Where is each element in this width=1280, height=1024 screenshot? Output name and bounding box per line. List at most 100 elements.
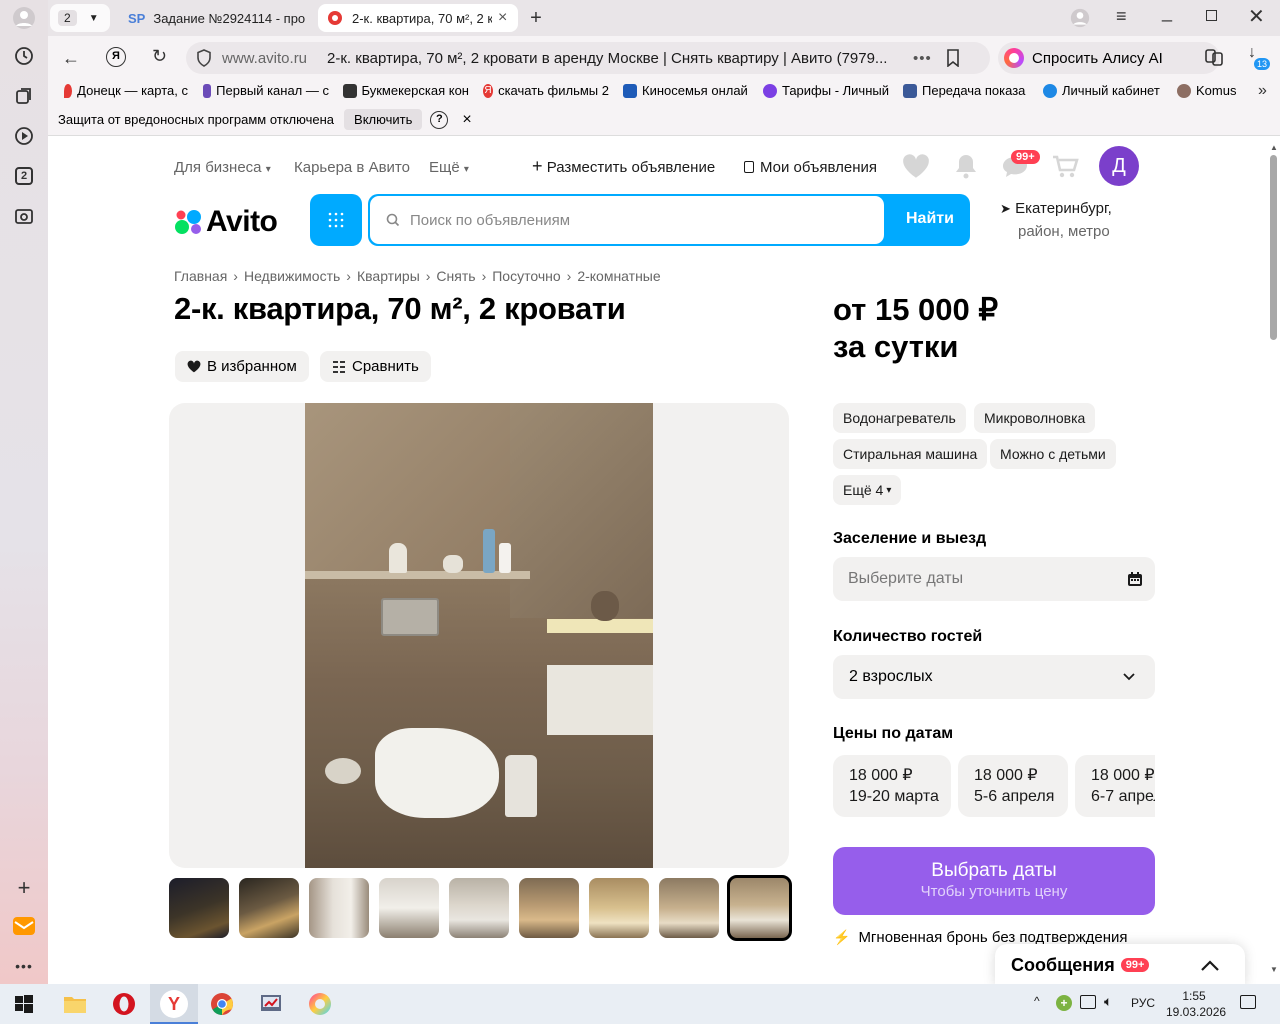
notifications-center-icon[interactable]: [1240, 995, 1256, 1009]
more-menu-link[interactable]: Ещё ▾: [429, 159, 469, 176]
bookmark-item[interactable]: Тарифы - Личный: [763, 83, 889, 98]
date-price-card[interactable]: 18 000 ₽ 6-7 апреля: [1075, 755, 1155, 817]
page-scrollbar[interactable]: ▲ ▼: [1267, 137, 1280, 984]
career-link[interactable]: Карьера в Авито: [294, 159, 410, 176]
favorite-button[interactable]: В избранном: [175, 351, 309, 382]
scrollbar-thumb[interactable]: [1270, 155, 1277, 340]
search-input[interactable]: Поиск по объявлениям: [370, 196, 884, 244]
tray-overflow-icon[interactable]: ^: [1034, 994, 1040, 1008]
scroll-down-icon[interactable]: ▼: [1270, 965, 1278, 974]
bookmark-icon[interactable]: [946, 49, 960, 67]
restore-icon[interactable]: [1206, 10, 1217, 21]
gallery-thumbnail[interactable]: [519, 878, 579, 938]
video-play-icon[interactable]: [12, 124, 36, 148]
user-avatar[interactable]: Д: [1099, 146, 1139, 186]
gallery-thumbnail[interactable]: [239, 878, 299, 938]
chevron-up-icon[interactable]: [1201, 959, 1220, 971]
choose-dates-button[interactable]: Выбрать даты Чтобы уточнить цену: [833, 847, 1155, 915]
new-tab-button[interactable]: +: [524, 4, 548, 32]
close-tab-icon[interactable]: ×: [498, 9, 507, 27]
clock[interactable]: 1:55 19.03.2026: [1166, 988, 1226, 1020]
collections-icon[interactable]: [12, 84, 36, 108]
post-ad-link[interactable]: + Разместить объявление: [532, 157, 715, 176]
breadcrumb-item[interactable]: Недвижимость: [244, 268, 340, 284]
windows-start-icon[interactable]: [10, 990, 38, 1018]
notifications-bell-icon[interactable]: [954, 153, 978, 184]
ask-alice-button[interactable]: Спросить Алису AI: [998, 42, 1220, 74]
opera-icon[interactable]: [110, 990, 138, 1018]
tray-app-icon[interactable]: +: [1056, 995, 1072, 1011]
categories-button[interactable]: [310, 194, 362, 246]
colorful-app-icon[interactable]: [306, 990, 334, 1018]
volume-icon[interactable]: 🔈︎: [1104, 993, 1112, 1010]
date-price-card[interactable]: 18 000 ₽ 5-6 апреля: [958, 755, 1068, 817]
tab-group-button[interactable]: 2 ▼: [50, 4, 110, 32]
bookmark-item[interactable]: Донецк — карта, с: [64, 83, 188, 98]
file-explorer-icon[interactable]: [61, 990, 89, 1018]
network-icon[interactable]: [1080, 995, 1096, 1009]
address-bar[interactable]: www.avito.ru 2-к. квартира, 70 м², 2 кро…: [186, 42, 990, 74]
breadcrumb-item[interactable]: Главная: [174, 268, 227, 284]
date-price-card[interactable]: 18 000 ₽ 19-20 марта: [833, 755, 951, 817]
breadcrumb-item[interactable]: Снять: [436, 268, 475, 284]
messages-widget[interactable]: Сообщения 99+: [995, 944, 1245, 984]
breadcrumb-item[interactable]: Посуточно: [492, 268, 560, 284]
breadcrumb-item[interactable]: 2-комнатные: [577, 268, 660, 284]
avito-logo[interactable]: Avito: [174, 205, 278, 239]
language-indicator[interactable]: РУС: [1131, 996, 1155, 1010]
gallery-thumbnail[interactable]: [589, 878, 649, 938]
breadcrumb-item[interactable]: Квартиры: [357, 268, 420, 284]
tab-task[interactable]: SP Задание №2924114 - про: [120, 4, 310, 32]
tabs-counter-button[interactable]: 2: [12, 164, 36, 188]
more-amenities-button[interactable]: Ещё 4 ▾: [833, 475, 902, 505]
business-link[interactable]: Для бизнеса ▾: [174, 159, 271, 176]
bookmark-item[interactable]: Киносемья онлай: [623, 83, 749, 98]
mail-icon[interactable]: [12, 914, 36, 938]
guests-select[interactable]: 2 взрослых: [833, 655, 1155, 699]
yandex-logo-icon[interactable]: Я: [106, 47, 126, 67]
my-ads-link[interactable]: Мои объявления: [744, 159, 877, 176]
search-button[interactable]: Найти: [906, 210, 954, 228]
bookmark-item[interactable]: Передача показа: [903, 83, 1029, 98]
close-window-icon[interactable]: ✕: [1248, 4, 1265, 29]
bookmark-item[interactable]: Komus: [1177, 83, 1239, 98]
menu-icon[interactable]: ≡: [1116, 6, 1127, 27]
gallery-thumbnail[interactable]: [659, 878, 719, 938]
more-dots-icon[interactable]: •••: [12, 954, 36, 978]
bookmark-item[interactable]: Первый канал — с: [203, 83, 329, 98]
gallery-thumbnail[interactable]: [449, 878, 509, 938]
gallery-thumbnail[interactable]: [309, 878, 369, 938]
compare-button[interactable]: Сравнить: [320, 351, 431, 382]
chrome-icon[interactable]: [208, 990, 236, 1018]
bookmark-item[interactable]: Яскачать фильмы 2: [483, 83, 609, 98]
dates-picker[interactable]: Выберите даты: [833, 557, 1155, 601]
history-icon[interactable]: [12, 44, 36, 68]
extensions-icon[interactable]: [1204, 47, 1224, 72]
enable-protection-button[interactable]: Включить: [344, 109, 423, 130]
back-arrow-icon[interactable]: ←: [62, 48, 80, 69]
main-photo[interactable]: [169, 403, 789, 868]
gallery-thumbnail[interactable]: [169, 878, 229, 938]
more-dots-icon[interactable]: •••: [913, 50, 932, 67]
bookmarks-overflow-icon[interactable]: »: [1258, 82, 1267, 100]
cart-icon[interactable]: [1052, 155, 1080, 184]
favorites-heart-icon[interactable]: [902, 153, 930, 184]
profile-icon[interactable]: [12, 6, 36, 30]
screenshot-icon[interactable]: [12, 204, 36, 228]
bookmark-item[interactable]: Личный кабинет: [1043, 83, 1165, 98]
yandex-browser-taskbar-active[interactable]: Y: [150, 984, 198, 1024]
app-settings-icon[interactable]: [257, 990, 285, 1018]
account-icon[interactable]: [1070, 8, 1090, 33]
bookmark-item[interactable]: Букмекерская кон: [343, 83, 469, 98]
tab-avito[interactable]: 2-к. квартира, 70 м², 2 к ×: [318, 4, 518, 32]
close-infobar-icon[interactable]: ×: [462, 111, 471, 129]
scroll-up-icon[interactable]: ▲: [1270, 143, 1278, 152]
gallery-thumbnail-selected[interactable]: [727, 875, 792, 941]
location-selector[interactable]: ➤ Екатеринбург,: [1000, 200, 1112, 217]
add-panel-icon[interactable]: +: [12, 875, 36, 900]
reload-icon[interactable]: ↻: [152, 46, 167, 67]
help-icon[interactable]: ?: [430, 110, 449, 129]
minimize-icon[interactable]: _: [1162, 2, 1172, 23]
location-sub[interactable]: район, метро: [1018, 223, 1110, 240]
gallery-thumbnail[interactable]: [379, 878, 439, 938]
